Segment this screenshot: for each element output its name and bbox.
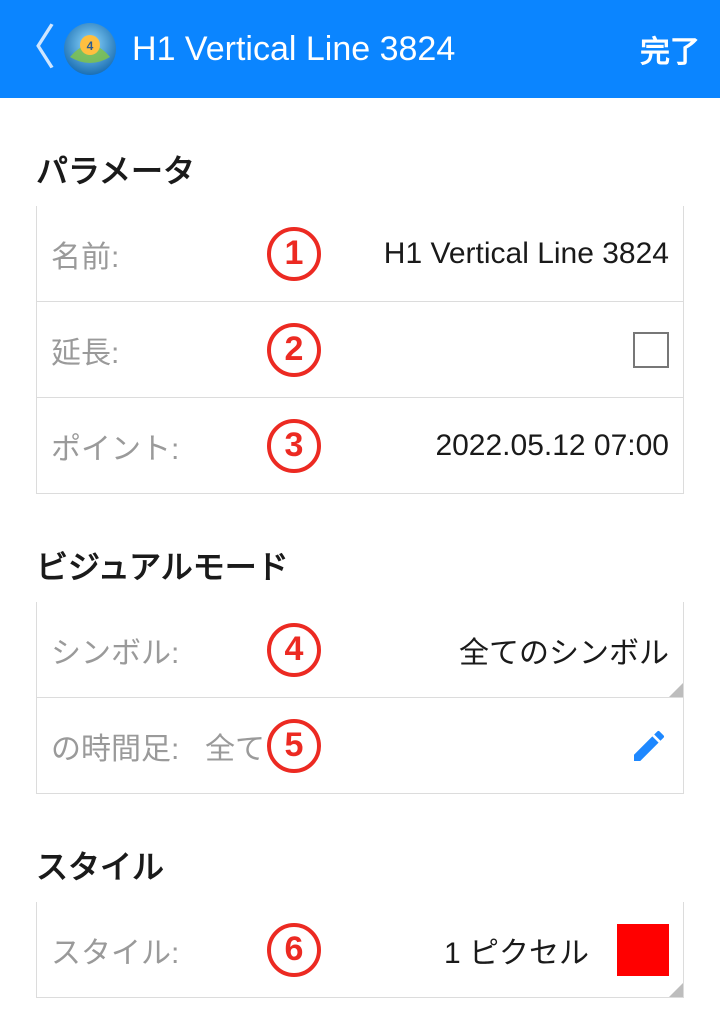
annotation-5: 5	[267, 719, 321, 773]
timeframe-value: 全て	[205, 724, 265, 768]
section-title-style: スタイル	[0, 794, 720, 902]
row-style[interactable]: スタイル: 6 1 ピクセル	[36, 902, 684, 998]
row-extend: 延長: 2	[36, 302, 684, 398]
section-style: スタイル スタイル: 6 1 ピクセル	[0, 794, 720, 998]
name-label: 名前:	[51, 232, 201, 276]
style-label: スタイル:	[51, 928, 201, 972]
annotation-6: 6	[267, 923, 321, 977]
row-timeframe[interactable]: の時間足: 全て 5	[36, 698, 684, 794]
symbol-label: シンボル:	[51, 628, 201, 672]
section-title-parameters: パラメータ	[0, 98, 720, 206]
svg-text:4: 4	[87, 39, 94, 53]
section-parameters: パラメータ 名前: 1 H1 Vertical Line 3824 延長: 2 …	[0, 98, 720, 494]
annotation-2: 2	[267, 323, 321, 377]
annotation-3: 3	[267, 419, 321, 473]
app-icon: 4	[62, 21, 118, 77]
row-symbol[interactable]: シンボル: 4 全てのシンボル	[36, 602, 684, 698]
extend-checkbox[interactable]	[633, 332, 669, 368]
style-value: 1 ピクセル	[444, 928, 589, 972]
color-swatch[interactable]	[617, 924, 669, 976]
content-area: パラメータ 名前: 1 H1 Vertical Line 3824 延長: 2 …	[0, 98, 720, 998]
symbol-value: 全てのシンボル	[459, 628, 669, 672]
back-chevron-icon[interactable]: 〈	[8, 25, 62, 73]
extend-label: 延長:	[51, 328, 201, 372]
annotation-1: 1	[267, 227, 321, 281]
done-button[interactable]: 完了	[638, 23, 702, 75]
row-name[interactable]: 名前: 1 H1 Vertical Line 3824	[36, 206, 684, 302]
section-visual: ビジュアルモード シンボル: 4 全てのシンボル の時間足: 全て 5	[0, 494, 720, 794]
page-title: H1 Vertical Line 3824	[132, 30, 638, 69]
section-title-visual: ビジュアルモード	[0, 494, 720, 602]
name-value: H1 Vertical Line 3824	[384, 237, 669, 271]
point-label: ポイント:	[51, 424, 201, 468]
row-point[interactable]: ポイント: 3 2022.05.12 07:00	[36, 398, 684, 494]
pencil-icon[interactable]	[629, 726, 669, 766]
header-bar: 〈 4 H1 Vertical Line 3824 完了	[0, 0, 720, 98]
dropdown-indicator-icon	[669, 983, 683, 997]
annotation-4: 4	[267, 623, 321, 677]
timeframe-label: の時間足:	[51, 724, 201, 768]
point-value: 2022.05.12 07:00	[435, 429, 669, 463]
dropdown-indicator-icon	[669, 683, 683, 697]
